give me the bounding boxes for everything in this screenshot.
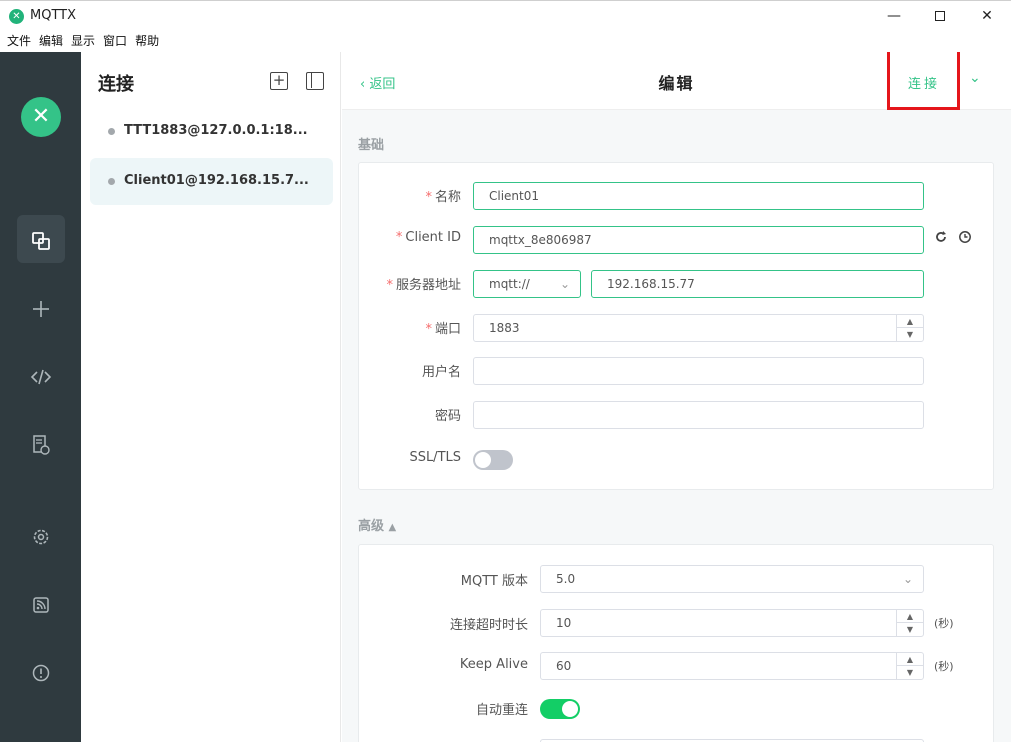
about-info-icon[interactable] xyxy=(17,647,65,695)
basic-card: * 名称 Client01 * Client ID mqttx_8e806987 *… xyxy=(358,162,994,490)
decrement-icon[interactable]: ▼ xyxy=(897,623,923,636)
subscription-feed-icon[interactable] xyxy=(17,579,65,627)
edit-header: ‹ 返回 编辑 连接 ⌄ xyxy=(342,52,1011,110)
mqtt-version-value: 5.0 xyxy=(556,572,576,586)
port-input[interactable]: 1883 ▲ ▼ xyxy=(473,314,924,342)
connection-list-panel: 连接 + TTT1883@127.0.0.1:18... Client01@19… xyxy=(81,52,341,742)
timeout-unit: (秒) xyxy=(934,617,954,630)
decrement-icon[interactable]: ▼ xyxy=(897,328,923,341)
side-nav: ✕ xyxy=(0,52,81,742)
increment-icon[interactable]: ▲ xyxy=(897,610,923,623)
ssl-toggle[interactable] xyxy=(473,450,513,470)
port-label: * 端口 xyxy=(425,322,461,337)
clock-icon[interactable] xyxy=(958,230,972,248)
timeout-label: 连接超时时长 xyxy=(449,618,528,633)
app-logo-icon: ✕ xyxy=(9,9,24,24)
client-id-input[interactable]: mqttx_8e806987 xyxy=(473,226,924,254)
status-dot-icon xyxy=(108,128,115,135)
maximize-button[interactable] xyxy=(917,1,963,31)
port-stepper: ▲ ▼ xyxy=(896,315,923,341)
edit-connection-panel: ‹ 返回 编辑 连接 ⌄ 基础 * 名称 Client01 * Client ID … xyxy=(342,52,1011,742)
mqtt-version-label: MQTT 版本 xyxy=(460,574,528,589)
advanced-section-label[interactable]: 高级 ▲ xyxy=(358,515,396,534)
reconnect-toggle[interactable] xyxy=(540,699,580,719)
switch-knob xyxy=(562,701,578,717)
close-button[interactable]: ✕ xyxy=(964,1,1010,31)
timeout-value: 10 xyxy=(556,616,572,630)
keepalive-unit: (秒) xyxy=(934,660,954,673)
client-id-label: * Client ID xyxy=(395,230,461,245)
settings-gear-icon[interactable] xyxy=(17,511,65,559)
name-label: * 名称 xyxy=(425,190,461,205)
new-connection-icon[interactable] xyxy=(17,283,65,331)
host-label: * 服务器地址 xyxy=(386,278,461,293)
advanced-card: MQTT 版本 5.0 ⌄ 连接超时时长 10 ▲ ▼ (秒) Keep Ali… xyxy=(358,544,994,742)
keepalive-stepper: ▲ ▼ xyxy=(896,653,923,679)
timeout-stepper: ▲ ▼ xyxy=(896,610,923,636)
ssl-label: SSL/TLS xyxy=(409,450,461,465)
increment-icon[interactable]: ▲ xyxy=(897,315,923,328)
username-input[interactable] xyxy=(473,357,924,385)
password-label: 密码 xyxy=(434,409,461,424)
chevron-down-icon[interactable]: ⌄ xyxy=(969,70,981,86)
switch-knob xyxy=(475,452,491,468)
increment-icon[interactable]: ▲ xyxy=(897,653,923,666)
menu-window[interactable]: 窗口 xyxy=(95,31,127,52)
username-label: 用户名 xyxy=(421,365,461,380)
timeout-input[interactable]: 10 ▲ ▼ xyxy=(540,609,924,637)
toggle-sidebar-icon[interactable] xyxy=(306,72,324,90)
caret-up-icon: ▲ xyxy=(388,522,397,533)
maximize-icon xyxy=(935,11,945,21)
connection-name: TTT1883@127.0.0.1:18... xyxy=(124,123,308,138)
title-bar: ✕ MQTTX — ✕ xyxy=(0,0,1011,31)
menu-help[interactable]: 帮助 xyxy=(127,31,159,52)
keepalive-value: 60 xyxy=(556,659,572,673)
connections-icon[interactable] xyxy=(17,215,65,263)
connection-name: Client01@192.168.15.7... xyxy=(124,173,309,188)
menu-file[interactable]: 文件 xyxy=(0,31,31,52)
menu-view[interactable]: 显示 xyxy=(63,31,95,52)
highlight-box xyxy=(887,52,960,110)
script-code-icon[interactable] xyxy=(17,351,65,399)
menu-bar: 文件 编辑 显示 窗口 帮助 xyxy=(0,31,1011,52)
connection-item[interactable]: Client01@192.168.15.7... xyxy=(90,158,333,205)
mqtt-version-select[interactable]: 5.0 ⌄ xyxy=(540,565,924,593)
connection-item[interactable]: TTT1883@127.0.0.1:18... xyxy=(90,108,333,155)
menu-edit[interactable]: 编辑 xyxy=(31,31,63,52)
keepalive-input[interactable]: 60 ▲ ▼ xyxy=(540,652,924,680)
log-icon[interactable] xyxy=(17,419,65,467)
reconnect-label: 自动重连 xyxy=(475,703,528,718)
decrement-icon[interactable]: ▼ xyxy=(897,666,923,679)
connection-list-title: 连接 xyxy=(98,74,134,95)
minimize-button[interactable]: — xyxy=(871,1,917,31)
name-input[interactable]: Client01 xyxy=(473,182,924,210)
keepalive-label: Keep Alive xyxy=(459,657,528,672)
chevron-down-icon: ⌄ xyxy=(902,572,913,586)
basic-section-label: 基础 xyxy=(358,138,385,153)
add-connection-icon[interactable]: + xyxy=(270,72,288,90)
port-value: 1883 xyxy=(489,321,520,335)
host-input[interactable]: 192.168.15.77 xyxy=(591,270,924,298)
refresh-icon[interactable] xyxy=(934,230,948,248)
status-dot-icon xyxy=(108,178,115,185)
window-title: MQTTX xyxy=(30,8,77,23)
chevron-down-icon: ⌄ xyxy=(559,277,570,291)
password-input[interactable] xyxy=(473,401,924,429)
protocol-value: mqtt:// xyxy=(489,277,530,291)
mqttx-logo-icon: ✕ xyxy=(21,97,61,137)
protocol-select[interactable]: mqtt:// ⌄ xyxy=(473,270,581,298)
